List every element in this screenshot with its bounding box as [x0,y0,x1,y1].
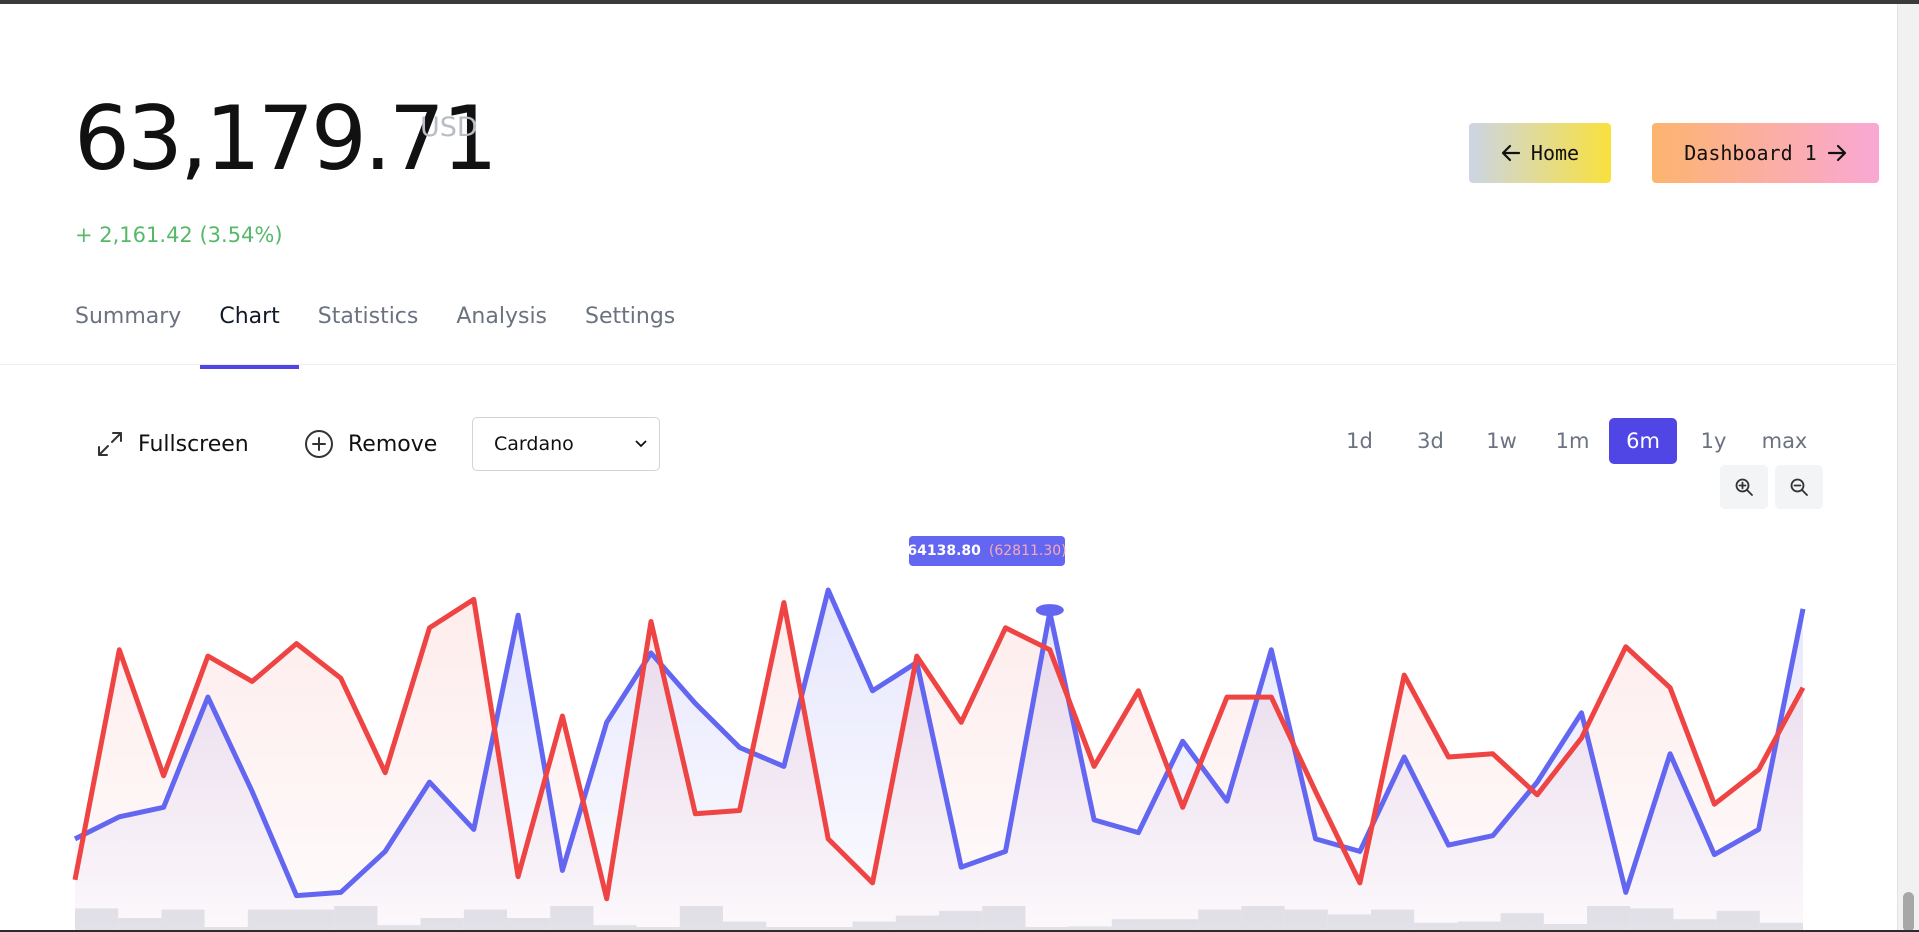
remove-label: Remove [348,431,438,457]
tooltip-value: 64138.80 [907,543,981,559]
chevron-down-icon [635,440,647,448]
tab-statistics[interactable]: Statistics [299,304,438,360]
arrow-right-icon [1827,144,1846,162]
tooltip-compare-value: (62811.30) [988,543,1067,559]
zoom-out-button[interactable] [1775,465,1823,509]
window-top-border [0,0,1919,4]
tab-chart[interactable]: Chart [200,304,300,369]
fullscreen-label: Fullscreen [138,431,249,457]
dashboard-button-label: Dashboard 1 [1684,141,1817,165]
range-6m[interactable]: 6m [1609,418,1677,464]
vertical-scrollbar[interactable] [1897,4,1919,932]
hover-marker [1035,604,1064,617]
tabs-divider [0,364,1898,365]
fullscreen-button[interactable]: Fullscreen [96,428,249,460]
expand-icon [98,432,122,456]
tab-analysis[interactable]: Analysis [437,304,566,360]
remove-button[interactable]: Remove [304,428,437,460]
tab-summary[interactable]: Summary [75,304,200,360]
tab-bar: Summary Chart Statistics Analysis Settin… [75,304,694,369]
price-change: + 2,161.42 (3.54%) [75,223,283,247]
home-button[interactable]: Home [1469,123,1611,183]
asset-select-value: Cardano [494,433,574,455]
scrollbar-thumb[interactable] [1903,892,1914,932]
arrow-left-icon [1501,144,1521,162]
range-3d[interactable]: 3d [1395,418,1466,464]
currency-label: USD [420,112,478,143]
zoom-in-icon [1735,478,1753,496]
range-1m[interactable]: 1m [1537,418,1608,464]
price-chart[interactable] [0,560,1898,930]
range-1w[interactable]: 1w [1466,418,1537,464]
asset-select[interactable]: Cardano [472,417,660,471]
time-range-selector: 1d 3d 1w 1m 6m 1y max [1324,418,1820,464]
home-button-label: Home [1530,141,1580,165]
zoom-out-icon [1790,478,1808,496]
tab-settings[interactable]: Settings [566,304,694,360]
range-1y[interactable]: 1y [1678,418,1749,464]
plus-circle-icon [305,430,333,458]
range-max[interactable]: max [1749,418,1820,464]
range-1d[interactable]: 1d [1324,418,1395,464]
zoom-in-button[interactable] [1720,465,1768,509]
dashboard-button[interactable]: Dashboard 1 [1652,123,1879,183]
